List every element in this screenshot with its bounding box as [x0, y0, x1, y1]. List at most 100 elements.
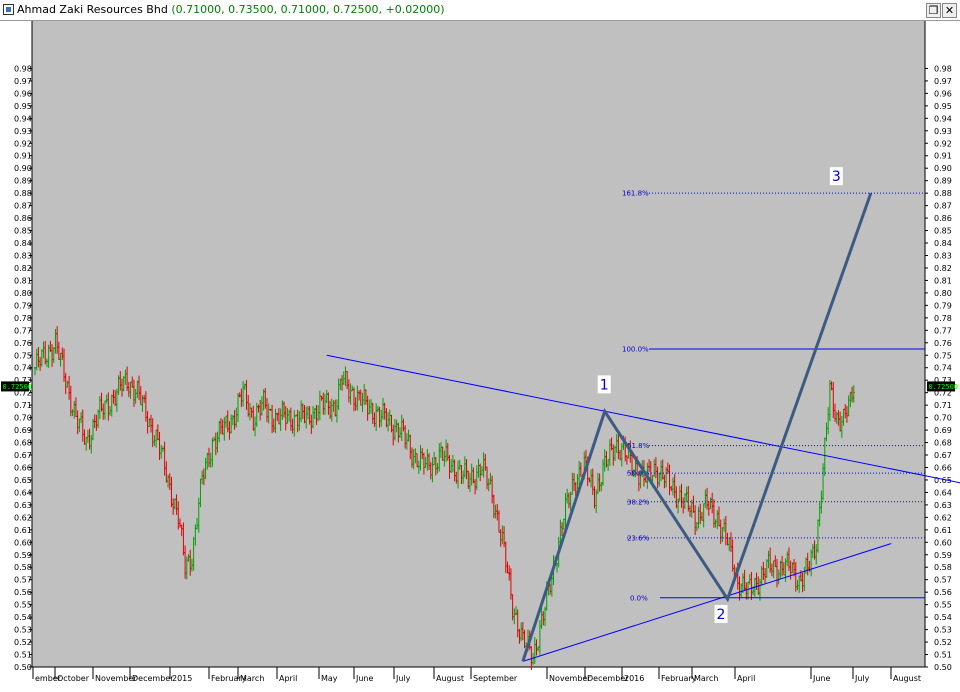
y-tick-label: 0.63 [934, 501, 952, 510]
x-tick-label: November [95, 674, 137, 683]
title-bar: Ahmad Zaki Resources Bhd (0.71000, 0.735… [0, 0, 960, 21]
y-tick-label: 0.78 [934, 314, 952, 323]
y-tick-label: 0.88 [14, 189, 32, 198]
restore-button[interactable]: ❐ [926, 3, 941, 18]
y-tick-label: 0.97 [934, 77, 952, 86]
y-tick-label: 0.54 [14, 613, 32, 622]
fib-level-label: 38.2% [627, 498, 650, 506]
y-tick-label: 0.82 [934, 264, 952, 273]
y-tick-label: 0.94 [14, 114, 32, 123]
fib-level-label: 23.6% [627, 534, 650, 542]
y-tick-label: 0.84 [14, 239, 32, 248]
y-tick-label: 0.55 [14, 601, 32, 610]
y-tick-label: 0.71 [934, 401, 952, 410]
wave-label: 2 [717, 607, 726, 623]
y-tick-label: 0.76 [14, 339, 32, 348]
y-tick-label: 0.74 [14, 364, 32, 373]
y-tick-label: 0.75 [14, 351, 32, 360]
x-tick-label: December [132, 674, 174, 683]
y-tick-label: 0.95 [14, 102, 32, 111]
y-tick-label: 0.66 [934, 463, 952, 472]
y-tick-label: 0.92 [934, 139, 952, 148]
y-tick-label: 0.92 [14, 139, 32, 148]
y-tick-label: 0.68 [934, 439, 952, 448]
y-tick-label: 0.88 [934, 189, 952, 198]
y-tick-label: 0.70 [934, 414, 952, 423]
y-tick-label: 0.78 [14, 314, 32, 323]
symbol-name: Ahmad Zaki Resources Bhd [17, 3, 168, 16]
y-tick-label: 0.81 [934, 276, 952, 285]
close-button[interactable]: ✕ [942, 3, 957, 18]
price-chart[interactable]: 0.98 0.97 0.96 0.95 0.94 0.93 0.92 0.91 0.90 0.89… [0, 21, 960, 692]
x-tick-label: December [587, 674, 629, 683]
y-tick-label: 0.53 [14, 626, 32, 635]
y-tick-label: 0.87 [14, 202, 32, 211]
y-tick-label: 0.91 [14, 152, 32, 161]
x-tick-label: July [395, 674, 411, 683]
y-tick-label: 0.96 [14, 89, 32, 98]
y-tick-label: 0.94 [934, 114, 952, 123]
y-tick-label: 0.52 [934, 638, 952, 647]
y-tick-label: 0.53 [934, 626, 952, 635]
window-title: Ahmad Zaki Resources Bhd (0.71000, 0.735… [17, 3, 445, 16]
y-tick-label: 0.69 [14, 426, 32, 435]
x-tick-label: June [355, 674, 374, 683]
y-tick-label: 0.80 [14, 289, 32, 298]
wave-label: 1 [600, 377, 609, 393]
y-tick-label: 0.89 [934, 177, 952, 186]
y-tick-label: 0.70 [14, 414, 32, 423]
y-tick-label: 0.89 [14, 177, 32, 186]
y-tick-label: 0.97 [14, 77, 32, 86]
chart-window: Ahmad Zaki Resources Bhd (0.71000, 0.735… [0, 0, 960, 692]
wave-label: 3 [832, 169, 841, 185]
y-tick-label: 0.74 [934, 364, 952, 373]
x-tick-label: August [893, 674, 921, 683]
y-tick-label: 0.82 [14, 264, 32, 273]
y-tick-label: 0.93 [14, 127, 32, 136]
y-tick-label: 0.64 [14, 488, 32, 497]
x-tick-label: October [57, 674, 90, 683]
y-tick-label: 0.63 [14, 501, 32, 510]
y-tick-label: 0.56 [14, 588, 32, 597]
y-tick-label: 0.62 [14, 513, 32, 522]
y-tick-label: 0.85 [14, 227, 32, 236]
y-tick-label: 0.84 [934, 239, 952, 248]
y-tick-label: 0.98 [14, 64, 32, 73]
y-tick-label: 0.65 [14, 476, 32, 485]
y-tick-label: 0.67 [934, 451, 952, 460]
fib-level-label: 100.0% [622, 346, 649, 354]
y-tick-label: 0.62 [934, 513, 952, 522]
y-tick-label: 0.61 [934, 526, 952, 535]
y-tick-label: 0.66 [14, 463, 32, 472]
y-tick-label: 0.85 [934, 227, 952, 236]
y-tick-label: 0.96 [934, 89, 952, 98]
x-tick-label: 2016 [624, 674, 644, 683]
y-tick-label: 0.50 [934, 663, 952, 672]
y-tick-label: 0.79 [14, 301, 32, 310]
last-price-text: 0.72500 [929, 383, 959, 391]
y-tick-label: 0.61 [14, 526, 32, 535]
y-tick-label: 0.75 [934, 351, 952, 360]
x-tick-label: May [321, 674, 338, 683]
y-tick-label: 0.79 [934, 301, 952, 310]
y-tick-label: 0.51 [934, 651, 952, 660]
y-tick-label: 0.91 [934, 152, 952, 161]
last-price-text: 0.72500 [3, 383, 33, 391]
y-tick-label: 0.77 [14, 326, 32, 335]
y-tick-label: 0.86 [14, 214, 32, 223]
y-tick-label: 0.67 [14, 451, 32, 460]
x-tick-label: February [661, 674, 697, 683]
y-tick-label: 0.83 [14, 251, 32, 260]
chart-window-icon [3, 4, 14, 15]
y-tick-label: 0.54 [934, 613, 952, 622]
fib-level-label: 161.8% [622, 190, 649, 198]
x-tick-label: 2015 [172, 674, 192, 683]
x-tick-label: August [436, 674, 464, 683]
y-tick-label: 0.58 [14, 563, 32, 572]
y-tick-label: 0.81 [14, 276, 32, 285]
x-tick-label: March [694, 674, 718, 683]
y-tick-label: 0.93 [934, 127, 952, 136]
y-tick-label: 0.57 [934, 576, 952, 585]
y-tick-label: 0.86 [934, 214, 952, 223]
x-tick-label: July [854, 674, 870, 683]
